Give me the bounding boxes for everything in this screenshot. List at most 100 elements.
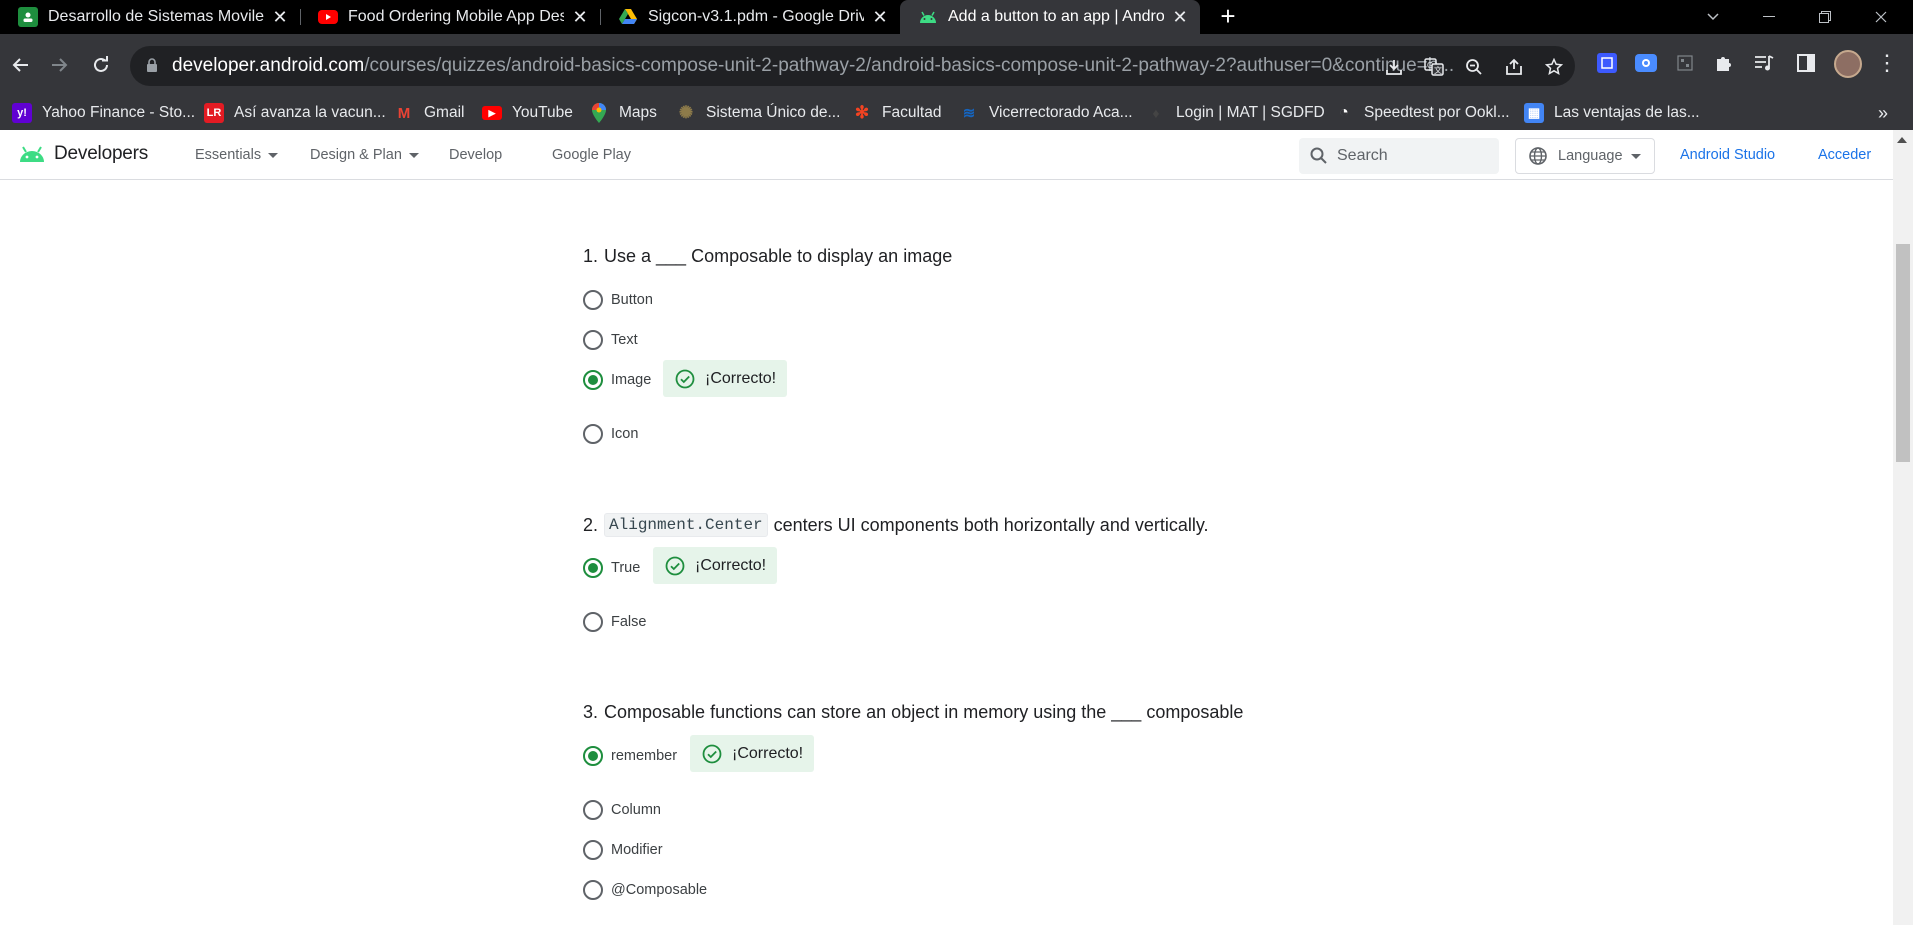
option-true[interactable]: True bbox=[583, 558, 640, 578]
option-label: remember bbox=[611, 748, 678, 764]
close-icon[interactable]: ✕ bbox=[870, 7, 890, 28]
caret-down-icon bbox=[408, 152, 419, 158]
bookmark-item[interactable]: M Gmail bbox=[394, 96, 465, 130]
bookmarks-overflow-icon[interactable]: » bbox=[1878, 96, 1888, 130]
android-studio-link[interactable]: Android Studio bbox=[1680, 130, 1775, 180]
correct-feedback: ¡Correcto! bbox=[690, 735, 815, 772]
side-panel-icon[interactable] bbox=[1794, 51, 1818, 75]
extension-screenshot-icon[interactable] bbox=[1634, 51, 1658, 75]
search-icon bbox=[1309, 146, 1329, 171]
search-input[interactable] bbox=[1337, 138, 1492, 174]
close-icon[interactable]: ✕ bbox=[270, 7, 290, 28]
bookmark-item[interactable]: ◔ Speedtest por Ookl... bbox=[1334, 96, 1509, 130]
feedback-text: ¡Correcto! bbox=[705, 369, 777, 387]
reload-button[interactable] bbox=[84, 48, 118, 82]
radio-button[interactable] bbox=[583, 424, 603, 444]
bookmark-item[interactable]: ≋ Vicerrectorado Aca... bbox=[959, 96, 1133, 130]
forward-button[interactable] bbox=[42, 48, 76, 82]
option-icon[interactable]: Icon bbox=[583, 424, 638, 444]
bookmark-item[interactable]: LR Así avanza la vacun... bbox=[204, 96, 386, 130]
scrollbar-thumb[interactable] bbox=[1896, 244, 1910, 462]
option-composable[interactable]: @Composable bbox=[583, 880, 707, 900]
nav-google-play[interactable]: Google Play bbox=[552, 130, 631, 180]
bookmark-item[interactable]: ✺ Sistema Único de... bbox=[676, 96, 841, 130]
back-button[interactable] bbox=[4, 48, 38, 82]
radio-button[interactable] bbox=[583, 612, 603, 632]
option-column[interactable]: Column bbox=[583, 800, 661, 820]
option-button[interactable]: Button bbox=[583, 290, 653, 310]
scroll-up-arrow-icon[interactable] bbox=[1897, 137, 1907, 143]
new-tab-button[interactable]: + bbox=[1215, 0, 1241, 34]
nav-develop[interactable]: Develop bbox=[449, 130, 502, 180]
feedback-text: ¡Correcto! bbox=[732, 744, 804, 762]
browser-menu-icon[interactable]: ⋮ bbox=[1876, 52, 1898, 76]
extension-qr-icon[interactable] bbox=[1595, 51, 1619, 75]
extension-grid-icon[interactable] bbox=[1673, 51, 1697, 75]
bookmark-label: Login | MAT | SGDFD bbox=[1176, 104, 1325, 121]
restore-button[interactable] bbox=[1797, 0, 1853, 34]
radio-button-checked[interactable] bbox=[583, 370, 603, 390]
radio-button[interactable] bbox=[583, 330, 603, 350]
radio-button[interactable] bbox=[583, 290, 603, 310]
option-label: Button bbox=[611, 292, 653, 308]
option-label: Column bbox=[611, 802, 661, 818]
nav-essentials[interactable]: Essentials bbox=[195, 130, 279, 180]
bookmark-item[interactable]: ♦ Login | MAT | SGDFD bbox=[1146, 96, 1325, 130]
check-circle-icon bbox=[675, 369, 695, 389]
svg-text:文: 文 bbox=[1434, 65, 1442, 75]
radio-button-checked[interactable] bbox=[583, 746, 603, 766]
close-icon[interactable]: ✕ bbox=[570, 7, 590, 28]
question-2-title: 2. Alignment.Center centers UI component… bbox=[583, 513, 1209, 537]
translate-icon[interactable]: G文 bbox=[1423, 56, 1445, 78]
reload-icon bbox=[94, 56, 108, 72]
browser-tab[interactable]: Food Ordering Mobile App Design ✕ bbox=[300, 0, 600, 34]
profile-avatar[interactable] bbox=[1834, 50, 1862, 78]
bookmark-label: Maps bbox=[619, 104, 657, 121]
install-app-icon[interactable] bbox=[1383, 56, 1405, 78]
radio-button[interactable] bbox=[583, 840, 603, 860]
radio-button[interactable] bbox=[583, 800, 603, 820]
address-bar[interactable]: developer.android.com/courses/quizzes/an… bbox=[130, 46, 1575, 86]
check-circle-icon bbox=[665, 556, 685, 576]
browser-tab-active[interactable]: Add a button to an app | Android ✕ bbox=[900, 0, 1200, 34]
bookmark-item[interactable]: ▶ YouTube bbox=[482, 96, 573, 130]
radio-button-checked[interactable] bbox=[583, 558, 603, 578]
bookmark-item[interactable]: ▦ Las ventajas de las... bbox=[1524, 96, 1700, 130]
check-circle-icon bbox=[702, 744, 722, 764]
bookmark-item[interactable]: Maps bbox=[589, 96, 657, 130]
lock-icon[interactable] bbox=[146, 58, 158, 78]
language-select[interactable]: Language bbox=[1515, 138, 1655, 174]
bookmark-star-icon[interactable] bbox=[1543, 56, 1565, 78]
close-window-button[interactable] bbox=[1853, 0, 1909, 34]
option-image[interactable]: Image bbox=[583, 370, 651, 390]
mat-icon: ♦ bbox=[1152, 105, 1160, 121]
option-remember[interactable]: remember bbox=[583, 746, 677, 766]
browser-tab[interactable]: Desarrollo de Sistemas Moviles 2 ✕ bbox=[0, 0, 300, 34]
minimize-button[interactable] bbox=[1741, 0, 1797, 34]
media-control-icon[interactable] bbox=[1752, 51, 1776, 75]
bookmark-item[interactable]: ✻ Facultad bbox=[852, 96, 942, 130]
zoom-icon[interactable] bbox=[1463, 56, 1485, 78]
tab-search-icon[interactable] bbox=[1685, 0, 1741, 34]
sign-in-link[interactable]: Acceder bbox=[1818, 130, 1871, 180]
url-text[interactable]: developer.android.com/courses/quizzes/an… bbox=[172, 46, 1512, 86]
extensions-puzzle-icon[interactable] bbox=[1712, 51, 1736, 75]
nav-design-plan[interactable]: Design & Plan bbox=[310, 130, 419, 180]
arrow-left-icon bbox=[12, 58, 28, 72]
site-search[interactable] bbox=[1299, 138, 1499, 174]
option-modifier[interactable]: Modifier bbox=[583, 840, 663, 860]
browser-tab[interactable]: Sigcon-v3.1.pdm - Google Drive ✕ bbox=[600, 0, 900, 34]
option-text[interactable]: Text bbox=[583, 330, 638, 350]
correct-feedback: ¡Correcto! bbox=[653, 547, 778, 584]
caret-down-icon bbox=[268, 152, 279, 158]
share-icon[interactable] bbox=[1503, 56, 1525, 78]
option-label: Icon bbox=[611, 426, 639, 442]
option-false[interactable]: False bbox=[583, 612, 646, 632]
radio-button[interactable] bbox=[583, 880, 603, 900]
gmail-icon: M bbox=[397, 104, 411, 122]
developers-logo[interactable]: Developers bbox=[18, 143, 148, 165]
close-icon[interactable]: ✕ bbox=[1170, 7, 1190, 28]
youtube-icon: ▶ bbox=[482, 106, 502, 120]
bookmark-item[interactable]: y! Yahoo Finance - Sto... bbox=[12, 96, 195, 130]
android-icon bbox=[918, 7, 938, 27]
